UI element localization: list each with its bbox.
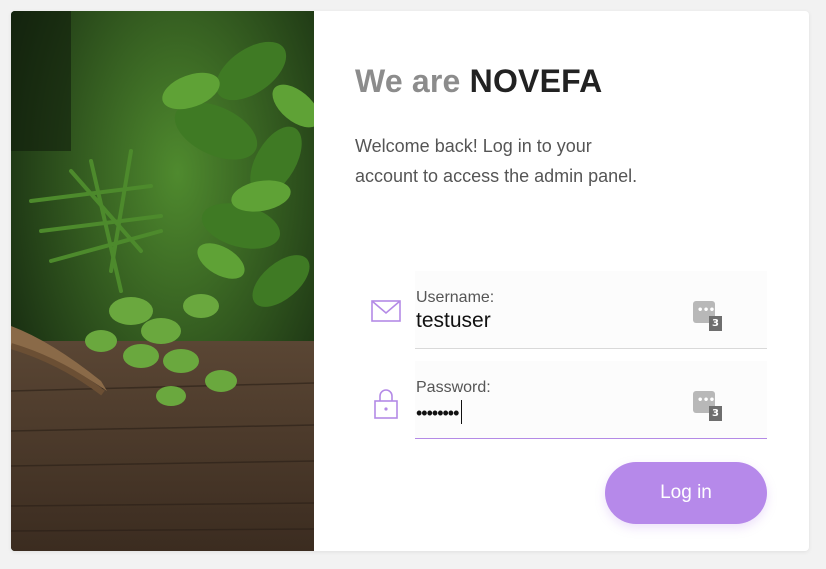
password-manager-count: 3 xyxy=(709,316,722,331)
username-label: Username: xyxy=(416,289,495,306)
page-title: We are NOVEFA xyxy=(355,63,602,100)
lock-icon xyxy=(370,387,402,419)
password-input[interactable]: •••••••• xyxy=(416,400,463,425)
username-row: Username: testuser ••• 3 xyxy=(366,271,780,349)
welcome-text: Welcome back! Log in to your account to … xyxy=(355,136,638,186)
password-manager-icon[interactable]: ••• 3 xyxy=(693,391,723,423)
title-prefix: We are xyxy=(355,63,461,99)
username-input[interactable]: testuser xyxy=(416,309,491,333)
login-button[interactable]: Log in xyxy=(605,462,767,524)
password-manager-icon[interactable]: ••• 3 xyxy=(693,301,723,333)
password-label: Password: xyxy=(416,379,491,396)
password-mask: •••••••• xyxy=(416,403,459,423)
password-row: Password: •••••••• ••• 3 xyxy=(366,361,780,439)
login-card: We are NOVEFA Welcome back! Log in to yo… xyxy=(11,11,809,551)
brand-name: NOVEFA xyxy=(469,63,603,99)
password-manager-count: 3 xyxy=(709,406,722,421)
text-caret xyxy=(461,400,463,425)
login-panel: We are NOVEFA Welcome back! Log in to yo… xyxy=(314,11,809,551)
herbs-photo xyxy=(11,11,314,551)
mail-icon xyxy=(370,295,402,327)
